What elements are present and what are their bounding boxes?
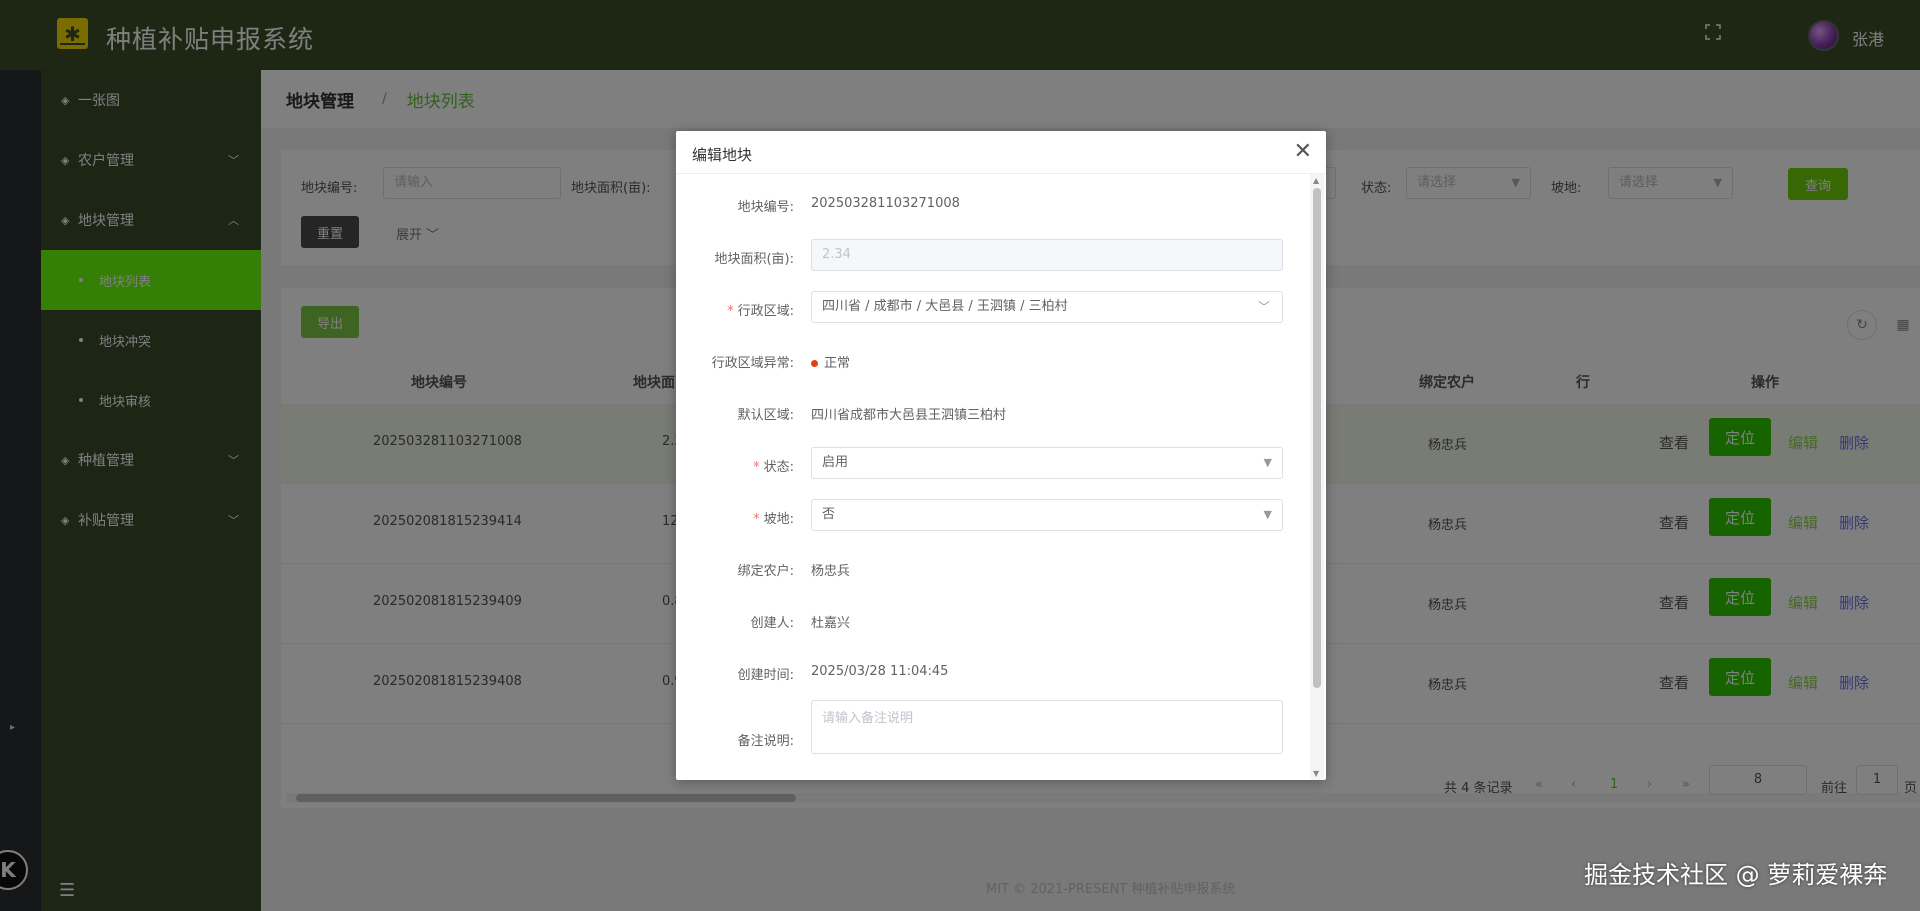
field-label: 地块编号: bbox=[737, 200, 794, 215]
status-dot-icon bbox=[811, 360, 818, 367]
watermark: 掘金技术社区 @ 萝莉爱裸奔 bbox=[1584, 861, 1888, 889]
field-label: * 坡地: bbox=[753, 512, 794, 527]
caret-down-icon: ▼ bbox=[1263, 456, 1272, 469]
field-label: 创建时间: bbox=[737, 668, 794, 683]
field-value: 四川省成都市大邑县王泗镇三柏村 bbox=[811, 408, 1007, 423]
scroll-up-icon[interactable]: ▲ bbox=[1313, 176, 1319, 185]
area-input: 2.34 bbox=[811, 239, 1283, 271]
field-label: * 状态: bbox=[753, 460, 794, 475]
field-value: 杜嘉兴 bbox=[811, 616, 851, 631]
edit-plot-dialog: 编辑地块 ✕ 地块编号: 202503281103271008 地块面积(亩):… bbox=[676, 131, 1326, 780]
scrollbar-thumb[interactable] bbox=[1313, 188, 1321, 688]
remark-textarea[interactable]: 请输入备注说明 bbox=[811, 700, 1283, 754]
field-label: 地块面积(亩): bbox=[714, 252, 794, 267]
chevron-down-icon: ﹀ bbox=[1257, 300, 1270, 314]
dialog-vertical-scrollbar[interactable]: ▲ ▼ bbox=[1310, 174, 1324, 780]
dialog-body: 地块编号: 202503281103271008 地块面积(亩): 2.34 *… bbox=[676, 174, 1326, 780]
field-label: 行政区域异常: bbox=[711, 356, 794, 371]
field-value: 202503281103271008 bbox=[811, 196, 960, 211]
field-value: 2025/03/28 11:04:45 bbox=[811, 664, 949, 679]
region-cascader[interactable]: 四川省 / 成都市 / 大邑县 / 王泗镇 / 三柏村 ﹀ bbox=[811, 291, 1283, 323]
dialog-header: 编辑地块 ✕ bbox=[676, 131, 1326, 174]
dialog-title: 编辑地块 bbox=[692, 146, 753, 164]
caret-down-icon: ▼ bbox=[1263, 508, 1272, 521]
field-value: 正常 bbox=[811, 352, 850, 371]
scroll-down-icon[interactable]: ▼ bbox=[1313, 769, 1319, 778]
field-label: 默认区域: bbox=[737, 408, 794, 423]
field-value: 杨忠兵 bbox=[811, 564, 851, 579]
field-label: 绑定农户: bbox=[737, 564, 794, 579]
close-icon[interactable]: ✕ bbox=[1294, 139, 1312, 164]
field-label: 备注说明: bbox=[737, 734, 794, 749]
field-label: 创建人: bbox=[750, 616, 794, 631]
status-select[interactable]: 启用 ▼ bbox=[811, 447, 1283, 479]
field-label: * 行政区域: bbox=[727, 304, 794, 319]
slope-select[interactable]: 否 ▼ bbox=[811, 499, 1283, 531]
